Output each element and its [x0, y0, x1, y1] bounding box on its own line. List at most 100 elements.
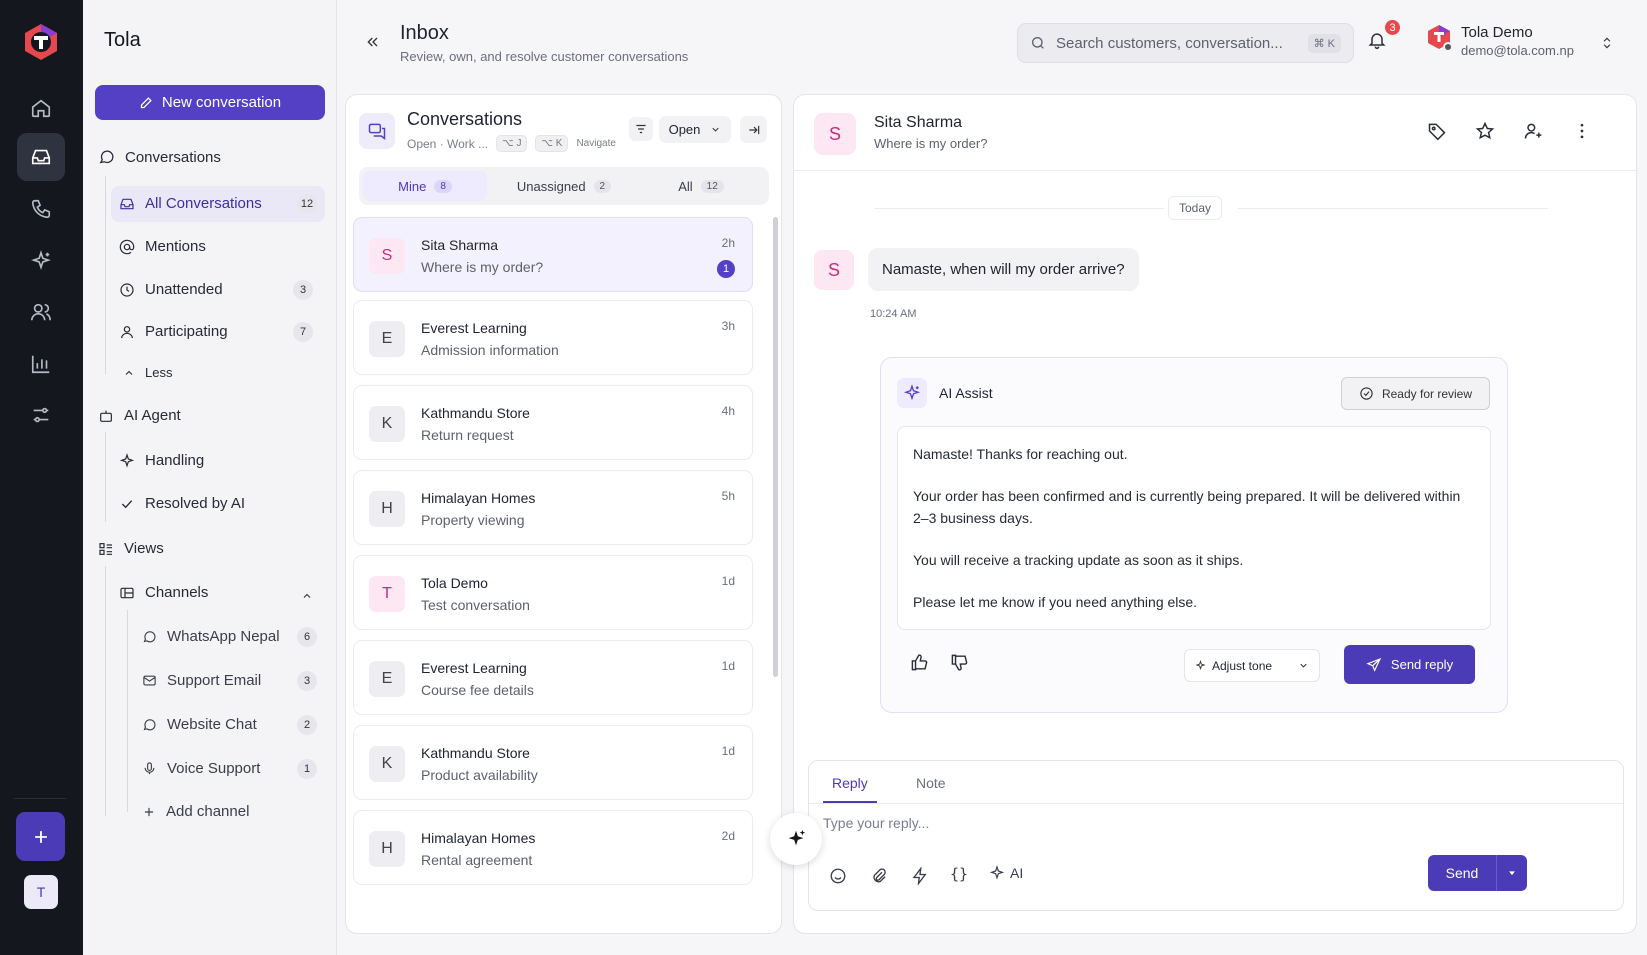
app-rail: T	[0, 0, 83, 955]
chevrons-updown-icon[interactable]	[1600, 34, 1614, 52]
star-icon[interactable]	[1475, 121, 1495, 141]
more-vertical-icon[interactable]	[1572, 121, 1592, 141]
rail-divider	[14, 798, 66, 799]
channel-support-email[interactable]: Support Email	[142, 672, 261, 689]
divider	[809, 803, 1623, 804]
user-avatar[interactable]	[1424, 22, 1454, 55]
thumbs-up-icon[interactable]	[910, 653, 929, 672]
top-header: Inbox Review, own, and resolve customer …	[337, 0, 1647, 85]
ai-agent-section[interactable]: AI Agent	[98, 407, 181, 424]
status-dropdown[interactable]: Open	[659, 116, 731, 143]
sparkles-icon[interactable]	[17, 237, 65, 285]
channel-whatsapp-nepal[interactable]: WhatsApp Nepal	[142, 628, 280, 645]
add-button[interactable]	[16, 812, 65, 861]
collapse-sidebar-icon[interactable]	[365, 34, 381, 50]
avatar: T	[369, 576, 405, 612]
conversation-item[interactable]: E Everest Learning Admission information…	[353, 300, 753, 375]
sparkles-icon	[989, 865, 1005, 880]
check-icon	[121, 499, 133, 508]
avatar: S	[814, 250, 854, 290]
count-badge: 12	[297, 194, 317, 214]
tab-reply[interactable]: Reply	[832, 775, 868, 791]
conversations-icon	[359, 113, 395, 149]
workspace-avatar[interactable]: T	[24, 875, 58, 909]
conversation-tabs: Mine 8 Unassigned 2 All 12	[359, 167, 769, 205]
adjust-tone-dropdown[interactable]: Adjust tone	[1184, 649, 1320, 682]
bot-icon	[100, 410, 112, 422]
emoji-icon[interactable]	[829, 867, 847, 885]
users-icon[interactable]	[17, 288, 65, 336]
tab-unassigned[interactable]: Unassigned 2	[499, 171, 629, 201]
sidebar-item-resolved-by-ai[interactable]: Resolved by AI	[119, 495, 245, 512]
conversation-item[interactable]: K Kathmandu Store Return request 4h	[353, 385, 753, 460]
thumbs-down-icon[interactable]	[950, 653, 969, 672]
channel-voice-support[interactable]: Voice Support	[142, 760, 260, 777]
phone-icon[interactable]	[17, 185, 65, 233]
channel-website-chat[interactable]: Website Chat	[142, 716, 257, 733]
ai-tool-button[interactable]: AI	[989, 865, 1023, 881]
search-input[interactable]: Search customers, conversation... ⌘ K	[1017, 23, 1354, 63]
sparkles-icon	[119, 452, 135, 468]
sidebar-item-all-conversations[interactable]: All Conversations 12	[111, 186, 325, 222]
send-options-button[interactable]	[1497, 855, 1527, 891]
ready-for-review-badge[interactable]: Ready for review	[1341, 377, 1490, 410]
tree-line	[127, 610, 128, 812]
tab-all[interactable]: All 12	[639, 171, 763, 201]
sidebar-item-unattended[interactable]: Unattended	[119, 281, 223, 298]
ai-assistant-fab[interactable]	[770, 813, 822, 865]
conversation-item[interactable]: H Himalayan Homes Property viewing 5h	[353, 470, 753, 545]
notification-badge: 3	[1383, 18, 1402, 37]
reply-input[interactable]	[823, 815, 1603, 831]
conversation-item[interactable]: H Himalayan Homes Rental agreement 2d	[353, 810, 753, 885]
paperclip-icon[interactable]	[870, 867, 888, 885]
sidebar-item-participating[interactable]: Participating	[119, 323, 228, 340]
chat-header: S Sita Sharma Where is my order?	[794, 95, 1636, 171]
ai-assist-title: AI Assist	[939, 385, 993, 401]
variables-icon[interactable]: {}	[950, 865, 968, 883]
workspace-name: Tola	[104, 29, 141, 51]
ai-assist-card: AI Assist Ready for review Namaste! Than…	[880, 357, 1508, 713]
avatar: H	[369, 831, 405, 867]
ai-draft-text[interactable]: Namaste! Thanks for reaching out. Your o…	[897, 426, 1491, 630]
sidebar-item-mentions[interactable]: Mentions	[119, 238, 206, 255]
conversation-item[interactable]: T Tola Demo Test conversation 1d	[353, 555, 753, 630]
conversation-item[interactable]: E Everest Learning Course fee details 1d	[353, 640, 753, 715]
inbox-icon[interactable]	[17, 133, 65, 181]
count-badge: 6	[297, 627, 317, 647]
sidebar-item-handling[interactable]: Handling	[119, 452, 204, 469]
home-icon[interactable]	[17, 84, 65, 132]
tab-note[interactable]: Note	[916, 775, 946, 791]
chevron-down-icon	[1300, 663, 1307, 668]
conversations-section[interactable]: Conversations	[98, 149, 221, 166]
tab-mine[interactable]: Mine 8	[363, 171, 487, 201]
sliders-icon[interactable]	[17, 391, 65, 439]
views-section[interactable]: Views	[98, 540, 164, 557]
user-icon	[121, 325, 133, 338]
sparkles-icon	[897, 378, 927, 408]
page-subtitle: Review, own, and resolve customer conver…	[400, 49, 689, 64]
message-time: 10:24 AM	[870, 308, 917, 320]
avatar: K	[369, 746, 405, 782]
tola-logo[interactable]	[21, 22, 61, 62]
avatar: K	[369, 406, 405, 442]
tree-line	[105, 176, 106, 374]
conversation-item[interactable]: K Kathmandu Store Product availability 1…	[353, 725, 753, 800]
page-title: Inbox	[400, 22, 449, 44]
chevron-up-icon[interactable]	[301, 590, 313, 602]
new-conversation-button[interactable]: New conversation	[95, 85, 325, 120]
scrollbar[interactable]	[773, 217, 778, 677]
send-reply-button[interactable]: Send reply	[1344, 645, 1475, 684]
tag-icon[interactable]	[1427, 121, 1447, 141]
add-channel-button[interactable]: Add channel	[142, 803, 249, 820]
lightning-icon[interactable]	[911, 867, 929, 885]
clock-icon	[120, 282, 134, 297]
channels-section[interactable]: Channels	[119, 584, 208, 601]
less-toggle[interactable]: Less	[123, 365, 172, 380]
chat-icon	[143, 719, 156, 731]
assign-user-icon[interactable]	[1523, 121, 1543, 141]
collapse-panel-button[interactable]	[740, 116, 767, 143]
conversation-item[interactable]: S Sita Sharma Where is my order? 2h 1	[353, 217, 753, 292]
filter-button[interactable]	[629, 117, 653, 141]
chart-icon[interactable]	[17, 340, 65, 388]
send-button[interactable]: Send	[1428, 855, 1497, 891]
